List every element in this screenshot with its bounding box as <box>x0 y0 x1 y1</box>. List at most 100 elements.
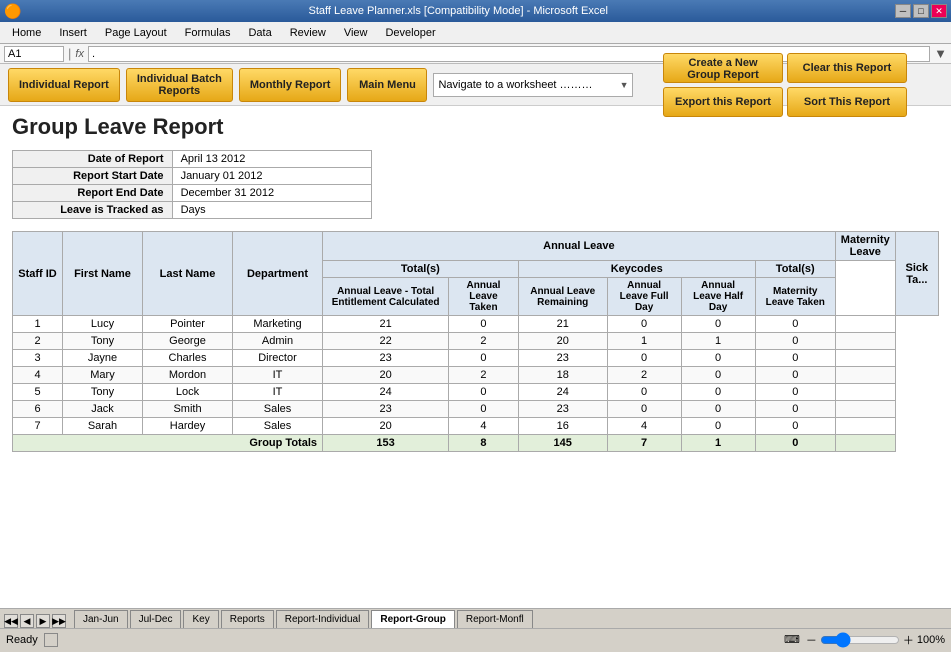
cell-dept: Marketing <box>233 316 323 333</box>
cell-remaining: 24 <box>518 384 607 401</box>
cell-sick <box>835 350 895 367</box>
status-icon-sheet <box>44 633 58 647</box>
sheet-tab-key[interactable]: Key <box>183 610 218 628</box>
totals-label: Group Totals <box>13 435 323 452</box>
totals-taken: 8 <box>449 435 519 452</box>
menu-data[interactable]: Data <box>240 25 279 41</box>
data-table-wrapper: Staff ID First Name Last Name Department… <box>12 231 939 452</box>
cell-firstname: Tony <box>63 333 143 350</box>
cell-lastname: George <box>143 333 233 350</box>
menu-review[interactable]: Review <box>282 25 334 41</box>
sheet-tab-jul-dec[interactable]: Jul-Dec <box>130 610 182 628</box>
cell-maternity: 0 <box>755 316 835 333</box>
cell-sick <box>835 401 895 418</box>
window-controls[interactable]: ─ □ ✕ <box>895 4 947 18</box>
col-header-al-taken: Annual Leave Taken <box>449 278 519 316</box>
cell-lastname: Smith <box>143 401 233 418</box>
report-info-table: Date of Report April 13 2012 Report Star… <box>12 150 372 219</box>
minimize-button[interactable]: ─ <box>895 4 911 18</box>
cell-remaining: 16 <box>518 418 607 435</box>
individual-batch-reports-button[interactable]: Individual Batch Reports <box>126 68 233 102</box>
cell-firstname: Jack <box>63 401 143 418</box>
cell-halfday: 0 <box>681 316 755 333</box>
cell-maternity: 0 <box>755 350 835 367</box>
cell-total-ent: 23 <box>323 401 449 418</box>
zoom-in-icon[interactable]: ＋ <box>903 632 914 648</box>
create-group-report-button[interactable]: Create a New Group Report <box>663 53 783 83</box>
col-header-maternity-taken: Maternity Leave Taken <box>755 278 835 316</box>
cell-lastname: Lock <box>143 384 233 401</box>
tab-last-button[interactable]: ▶▶ <box>52 614 66 628</box>
tab-next-button[interactable]: ▶ <box>36 614 50 628</box>
cell-total-ent: 21 <box>323 316 449 333</box>
menu-page-layout[interactable]: Page Layout <box>97 25 175 41</box>
sheet-tab-jan-jun[interactable]: Jan-Jun <box>74 610 128 628</box>
menu-insert[interactable]: Insert <box>51 25 95 41</box>
close-button[interactable]: ✕ <box>931 4 947 18</box>
sheet-tab-reports[interactable]: Reports <box>221 610 274 628</box>
col-header-sick: Sick Ta... <box>895 232 938 316</box>
cell-fullday: 0 <box>607 316 681 333</box>
tab-navigation[interactable]: ◀◀ ◀ ▶ ▶▶ <box>4 614 66 628</box>
col-header-staff-id: Staff ID <box>13 232 63 316</box>
cell-dept: IT <box>233 367 323 384</box>
cell-halfday: 0 <box>681 367 755 384</box>
cell-taken: 4 <box>449 418 519 435</box>
monthly-report-button[interactable]: Monthly Report <box>239 68 342 102</box>
cell-sick <box>835 418 895 435</box>
cell-fullday: 4 <box>607 418 681 435</box>
cell-total-ent: 20 <box>323 367 449 384</box>
sort-report-button[interactable]: Sort This Report <box>787 87 907 117</box>
menu-formulas[interactable]: Formulas <box>177 25 239 41</box>
cell-dept: Sales <box>233 418 323 435</box>
individual-report-button[interactable]: Individual Report <box>8 68 120 102</box>
window-title: Staff Leave Planner.xls [Compatibility M… <box>21 5 895 17</box>
cell-fullday: 0 <box>607 401 681 418</box>
app-icon: 🟠 <box>4 3 21 20</box>
col-header-maternity-total: Total(s) <box>755 261 835 278</box>
totals-maternity: 0 <box>755 435 835 452</box>
cell-taken: 0 <box>449 316 519 333</box>
sheet-tab-report-group[interactable]: Report-Group <box>371 610 455 628</box>
menu-view[interactable]: View <box>336 25 376 41</box>
cell-id: 1 <box>13 316 63 333</box>
zoom-control[interactable]: － ＋ 100% <box>806 632 945 648</box>
tab-first-button[interactable]: ◀◀ <box>4 614 18 628</box>
status-right: ⌨ － ＋ 100% <box>784 632 945 648</box>
col-header-al-remaining: Annual Leave Remaining <box>518 278 607 316</box>
col-header-first-name: First Name <box>63 232 143 316</box>
cell-id: 7 <box>13 418 63 435</box>
ready-status: Ready <box>6 634 38 646</box>
table-row: 3 Jayne Charles Director 23 0 23 0 0 0 <box>13 350 939 367</box>
cell-total-ent: 20 <box>323 418 449 435</box>
header-row-1: Staff ID First Name Last Name Department… <box>13 232 939 261</box>
cell-halfday: 0 <box>681 350 755 367</box>
cell-maternity: 0 <box>755 401 835 418</box>
cell-lastname: Mordon <box>143 367 233 384</box>
info-label-tracked: Leave is Tracked as <box>13 202 173 219</box>
report-title: Group Leave Report <box>12 114 939 140</box>
col-header-department: Department <box>233 232 323 316</box>
sheet-tab-report-monfl[interactable]: Report-Monfl <box>457 610 533 628</box>
export-report-button[interactable]: Export this Report <box>663 87 783 117</box>
clear-report-button[interactable]: Clear this Report <box>787 53 907 83</box>
main-menu-button[interactable]: Main Menu <box>347 68 427 102</box>
maximize-button[interactable]: □ <box>913 4 929 18</box>
zoom-out-icon[interactable]: － <box>806 632 817 648</box>
tab-prev-button[interactable]: ◀ <box>20 614 34 628</box>
totals-remaining: 145 <box>518 435 607 452</box>
info-label-start: Report Start Date <box>13 168 173 185</box>
col-header-al-halfday: Annual Leave Half Day <box>681 278 755 316</box>
col-header-totals: Total(s) <box>323 261 519 278</box>
cell-halfday: 0 <box>681 418 755 435</box>
col-header-al-fullday: Annual Leave Full Day <box>607 278 681 316</box>
cell-reference-input[interactable] <box>4 46 64 62</box>
sheet-tab-report-individual[interactable]: Report-Individual <box>276 610 370 628</box>
menu-home[interactable]: Home <box>4 25 49 41</box>
title-bar-left: 🟠 <box>4 3 21 20</box>
menu-developer[interactable]: Developer <box>377 25 443 41</box>
navigate-dropdown[interactable]: Navigate to a worksheet ……… ▼ <box>433 73 633 97</box>
zoom-slider[interactable] <box>820 632 900 648</box>
cell-total-ent: 22 <box>323 333 449 350</box>
cell-dept: Sales <box>233 401 323 418</box>
